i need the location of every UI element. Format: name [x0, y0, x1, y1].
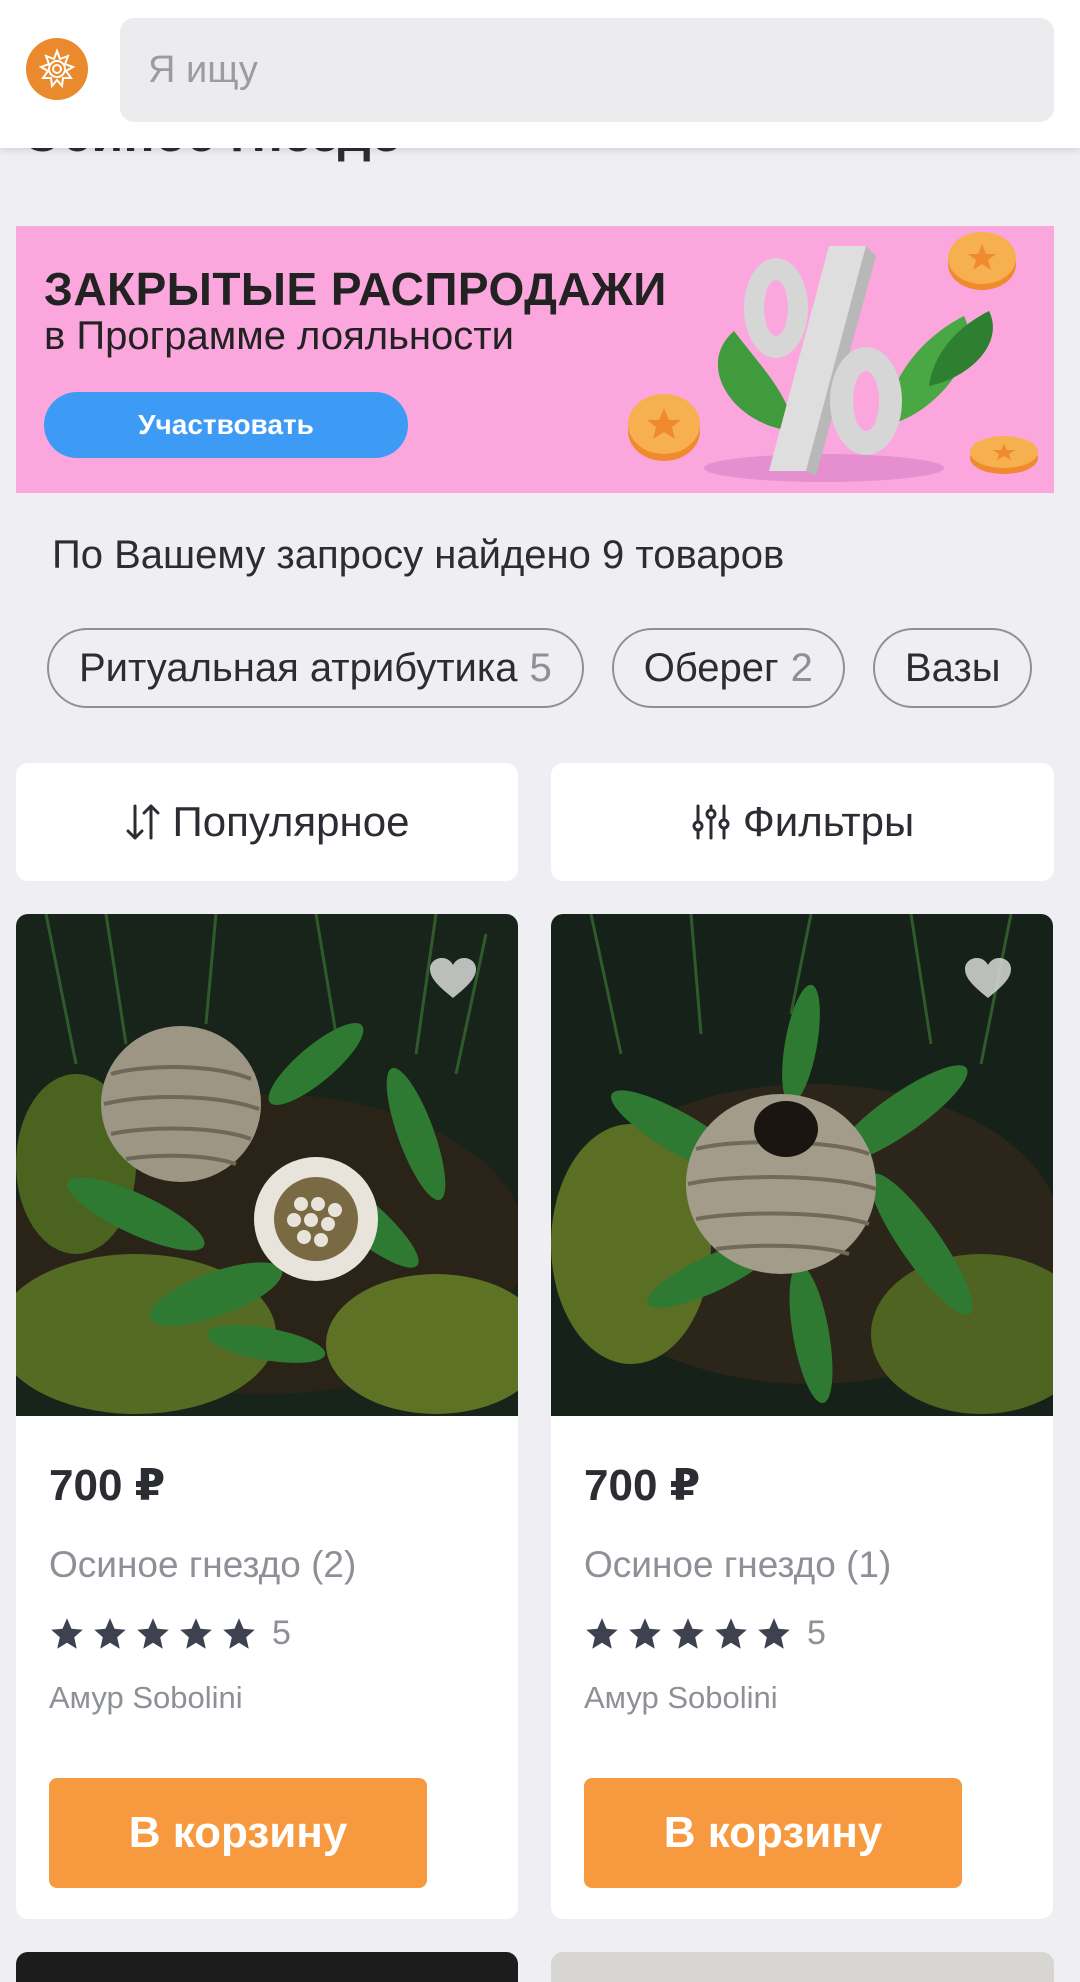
participate-button[interactable]: Участвовать — [44, 392, 408, 458]
favorite-heart-icon[interactable] — [963, 956, 1013, 1000]
promo-banner[interactable]: ЗАКРЫТЫЕ РАСПРОДАЖИ в Программе лояльнос… — [16, 226, 1054, 493]
product-name[interactable]: Осиное гнездо (1) — [584, 1544, 891, 1586]
chip-count: 5 — [529, 645, 552, 690]
chip-ritual-items[interactable]: Ритуальная атрибутика 5 — [47, 628, 584, 708]
sun-emblem-icon[interactable] — [26, 38, 88, 100]
star-icon — [223, 1617, 255, 1649]
star-icon — [758, 1617, 790, 1649]
star-icon — [94, 1617, 126, 1649]
product-price: 700 ₽ — [584, 1461, 701, 1510]
star-icon — [180, 1617, 212, 1649]
rating-value: 5 — [807, 1614, 826, 1652]
product-card[interactable]: 700 ₽ Осиное гнездо (1) 5 Амур Sobolini … — [551, 914, 1053, 1919]
star-icon — [51, 1617, 83, 1649]
chip-label: Вазы — [904, 645, 1001, 690]
add-to-cart-button[interactable]: В корзину — [584, 1778, 962, 1888]
add-to-cart-button[interactable]: В корзину — [49, 1778, 427, 1888]
product-rating: 5 — [584, 1614, 826, 1653]
sort-label: Популярное — [172, 798, 410, 845]
search-input[interactable] — [146, 47, 1054, 93]
sliders-icon — [692, 804, 730, 840]
product-card[interactable]: 700 ₽ Осиное гнездо (2) 5 Амур Sobolini … — [16, 914, 518, 1919]
top-header — [0, 0, 1080, 148]
banner-subtitle: в Программе лояльности — [44, 314, 514, 358]
sort-arrows-icon — [126, 804, 160, 840]
results-summary: По Вашему запросу найдено 9 товаров — [52, 533, 785, 577]
star-icon — [586, 1617, 618, 1649]
chip-count: 2 — [790, 645, 813, 690]
search-bar[interactable] — [120, 18, 1054, 122]
category-chips: Ритуальная атрибутика 5 Оберег 2 Вазы — [16, 628, 1054, 716]
product-card-next[interactable] — [16, 1952, 518, 1982]
favorite-heart-icon[interactable] — [428, 956, 478, 1000]
star-icon — [629, 1617, 661, 1649]
chip-label: Оберег — [643, 645, 779, 690]
seller-name[interactable]: Амур Sobolini — [584, 1680, 778, 1716]
sort-button[interactable]: Популярное — [16, 763, 518, 881]
filter-label: Фильтры — [742, 798, 915, 845]
seller-name[interactable]: Амур Sobolini — [49, 1680, 243, 1716]
chip-label: Ритуальная атрибутика — [79, 645, 518, 690]
percent-coins-illustration — [628, 232, 1038, 482]
star-icon — [715, 1617, 747, 1649]
product-rating: 5 — [49, 1614, 291, 1653]
banner-title: ЗАКРЫТЫЕ РАСПРОДАЖИ — [44, 263, 667, 315]
filter-button[interactable]: Фильтры — [551, 763, 1054, 881]
product-name[interactable]: Осиное гнездо (2) — [49, 1544, 356, 1586]
product-price: 700 ₽ — [49, 1461, 166, 1510]
star-icon — [672, 1617, 704, 1649]
chip-vases[interactable]: Вазы — [872, 628, 1033, 708]
product-card-next[interactable] — [551, 1952, 1054, 1982]
chip-amulet[interactable]: Оберег 2 — [611, 628, 845, 708]
star-icon — [137, 1617, 169, 1649]
rating-value: 5 — [272, 1614, 291, 1652]
